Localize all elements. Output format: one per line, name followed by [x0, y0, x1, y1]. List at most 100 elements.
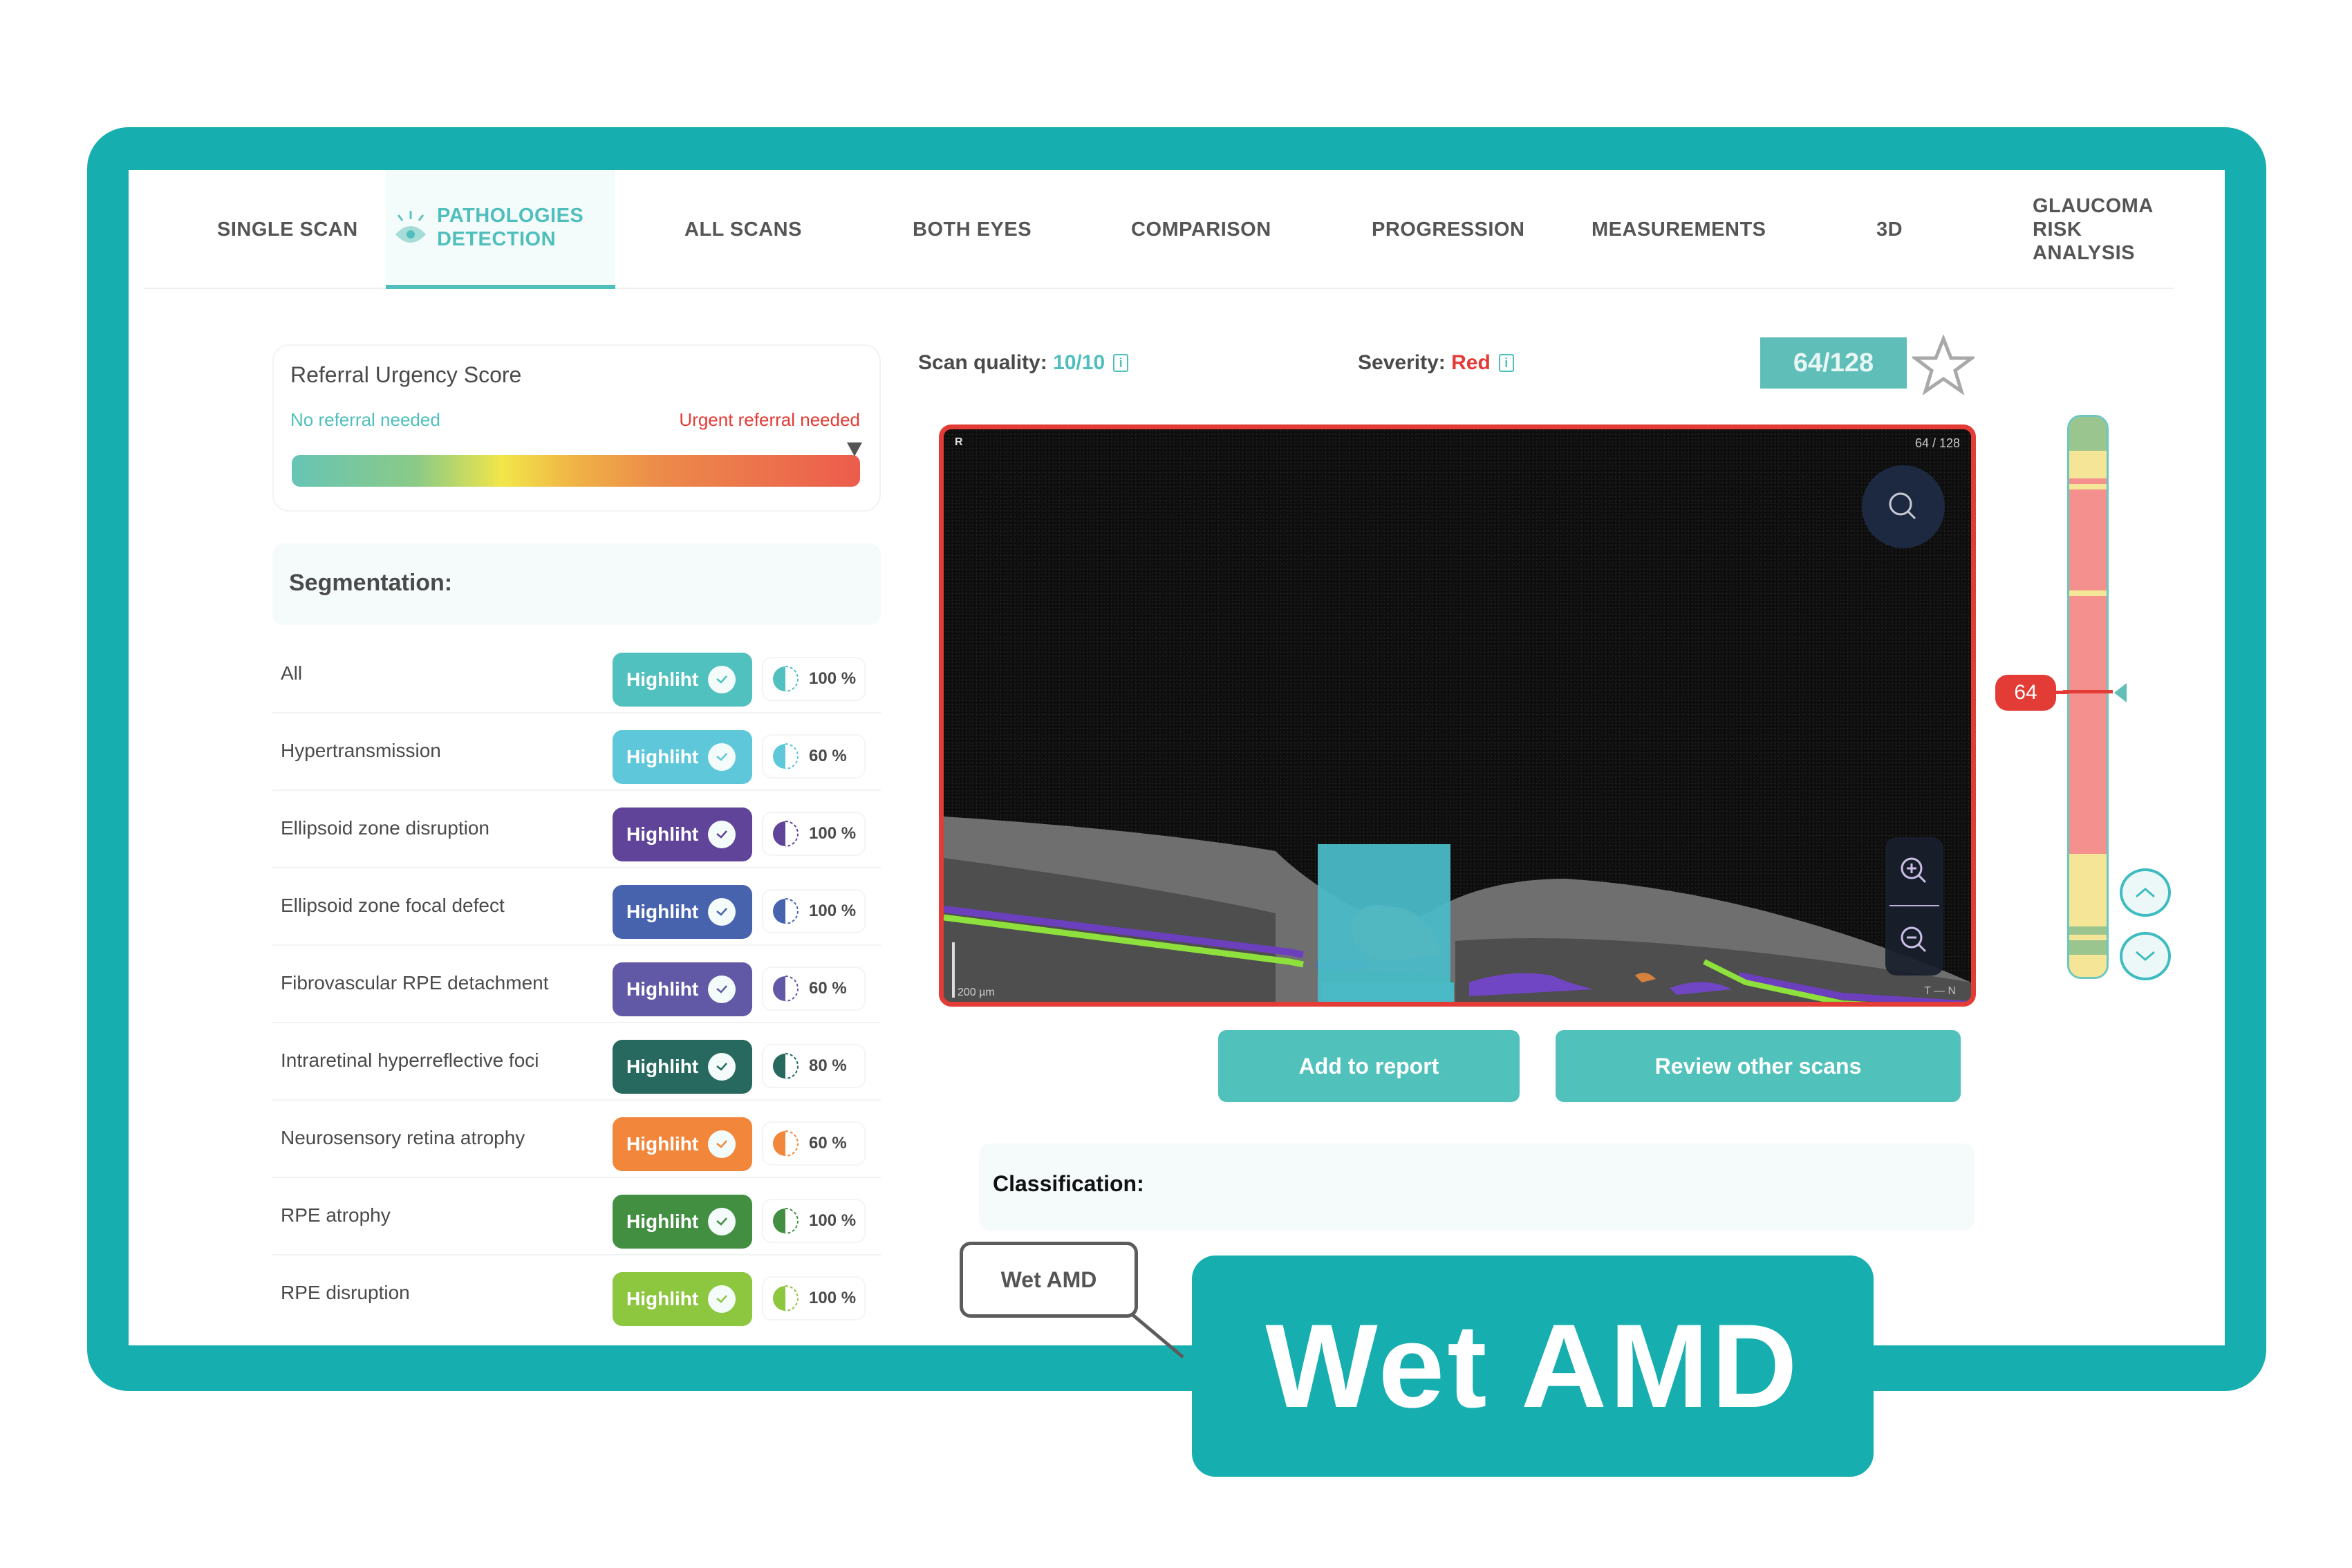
highlight-button[interactable]: Highliht — [613, 962, 752, 1016]
opacity-value: 60 % — [809, 747, 847, 765]
slice-segment — [2069, 489, 2107, 591]
highlight-button[interactable]: Highliht — [613, 653, 752, 707]
opacity-control[interactable]: 60 % — [762, 967, 866, 1011]
slice-segment — [2069, 596, 2107, 854]
segmentation-row: Intraretinal hyperreflective foci Highlih… — [272, 1023, 881, 1101]
tab-label: PATHOLOGIES DETECTION — [437, 205, 584, 250]
opacity-control[interactable]: 60 % — [762, 1121, 866, 1166]
check-icon — [708, 976, 736, 1003]
info-icon[interactable]: i — [1498, 354, 1514, 372]
review-other-scans-button[interactable]: Review other scans — [1556, 1030, 1961, 1102]
opacity-icon — [773, 898, 799, 924]
magnifier-button[interactable] — [1862, 465, 1945, 548]
add-to-report-button[interactable]: Add to report — [1218, 1030, 1520, 1102]
star-icon[interactable] — [1912, 335, 1975, 397]
tab-label: 3D — [1876, 218, 1903, 241]
highlight-label: Highliht — [626, 1056, 699, 1077]
highlight-button[interactable]: Highliht — [613, 1272, 752, 1326]
tab-both-eyes[interactable]: BOTH EYES — [913, 170, 1032, 289]
segmentation-name: Ellipsoid zone focal defect — [281, 895, 505, 916]
diagnosis-highlight-label: Wet AMD — [1192, 1256, 1874, 1477]
tab-progression[interactable]: PROGRESSION — [1372, 170, 1524, 289]
slice-segment — [2069, 853, 2107, 927]
opacity-icon — [773, 743, 799, 769]
app-screen: SINGLE SCAN PATHOLOGIES DETECTION ALL SC… — [129, 170, 2225, 1345]
segmentation-name: Hypertransmission — [281, 740, 441, 761]
scan-slice-index: 64 / 128 — [1914, 436, 1960, 450]
opacity-icon — [773, 1130, 799, 1157]
segmentation-row: Neurosensory retina atrophy Highliht 60 % — [272, 1101, 881, 1178]
tab-comparison[interactable]: COMPARISON — [1131, 170, 1271, 289]
tab-3d[interactable]: 3D — [1876, 170, 1903, 289]
tab-all-scans[interactable]: ALL SCANS — [684, 170, 802, 289]
main-nav: SINGLE SCAN PATHOLOGIES DETECTION ALL SC… — [144, 170, 2174, 289]
highlight-label: Highliht — [626, 823, 699, 845]
check-icon — [708, 821, 736, 848]
tab-measurements[interactable]: MEASUREMENTS — [1592, 170, 1766, 289]
scale-bar — [952, 942, 955, 998]
opacity-control[interactable]: 100 % — [762, 1199, 866, 1243]
slice-segment — [2069, 484, 2107, 490]
check-icon — [708, 1053, 736, 1081]
tab-label: ALL SCANS — [684, 218, 802, 241]
referral-urgency-card: Referral Urgency Score No referral neede… — [272, 344, 881, 512]
slice-segment — [2069, 478, 2107, 485]
highlight-button[interactable]: Highliht — [613, 730, 752, 784]
highlight-label: Highliht — [626, 978, 699, 1000]
highlight-button[interactable]: Highliht — [613, 1195, 752, 1249]
urgency-marker-icon — [846, 442, 862, 456]
next-slice-button[interactable] — [2120, 932, 2171, 980]
opacity-control[interactable]: 80 % — [762, 1044, 866, 1088]
segmentation-name: RPE disruption — [281, 1282, 410, 1303]
opacity-control[interactable]: 100 % — [762, 889, 866, 933]
zoom-in-icon — [1901, 857, 1927, 884]
opacity-value: 100 % — [809, 1211, 857, 1230]
tab-label: PROGRESSION — [1372, 218, 1525, 241]
classification-result-bubble: Wet AMD — [960, 1242, 1138, 1318]
segmentation-name: Neurosensory retina atrophy — [281, 1127, 525, 1148]
orientation-right: N — [1948, 985, 1956, 997]
slice-segment — [2069, 590, 2107, 597]
segmentation-header: Segmentation: — [272, 543, 881, 625]
slice-segment — [2069, 940, 2107, 955]
highlight-button[interactable]: Highliht — [613, 1040, 752, 1094]
highlight-label: Highliht — [626, 1288, 699, 1309]
highlight-button[interactable]: Highliht — [613, 885, 752, 939]
info-icon[interactable]: i — [1113, 354, 1129, 372]
highlight-button[interactable]: Highliht — [613, 1117, 752, 1171]
highlight-button[interactable]: Highliht — [613, 808, 752, 861]
opacity-icon — [773, 976, 799, 1002]
check-icon — [708, 1130, 736, 1158]
classification-title: Classification: — [993, 1171, 1144, 1196]
previous-slice-button[interactable] — [2120, 868, 2171, 917]
check-icon — [708, 898, 736, 926]
opacity-control[interactable]: 100 % — [762, 657, 866, 701]
opacity-value: 100 % — [809, 1289, 857, 1307]
segmentation-row: Ellipsoid zone disruption Highliht 100 % — [272, 791, 881, 868]
oct-scan-viewer[interactable]: R 64 / 128 200 µm T — N — [939, 424, 1976, 1007]
slice-segment — [2069, 926, 2107, 935]
check-icon — [708, 743, 736, 771]
severity-label: Severity: — [1358, 351, 1446, 374]
zoom-in-button[interactable] — [1885, 840, 1943, 902]
opacity-control[interactable]: 100 % — [762, 1276, 866, 1320]
chevron-up-icon — [2136, 888, 2155, 898]
classification-panel: Classification: — [979, 1144, 1975, 1231]
scan-quality: Scan quality: 10/10 i — [918, 351, 1129, 375]
slice-badge: 64/128 — [1760, 337, 1907, 389]
opacity-control[interactable]: 60 % — [762, 734, 866, 778]
scale-label: 200 µm — [958, 987, 995, 998]
opacity-icon — [773, 1208, 799, 1234]
segmentation-row: Hypertransmission Highliht 60 % — [272, 713, 881, 791]
tab-pathologies-detection[interactable]: PATHOLOGIES DETECTION — [386, 170, 615, 289]
segmentation-name: Ellipsoid zone disruption — [281, 817, 489, 839]
search-icon — [1889, 492, 1916, 520]
opacity-control[interactable]: 100 % — [762, 812, 866, 856]
hypertransmission-column — [1318, 844, 1450, 1002]
slice-pointer-icon[interactable] — [2114, 683, 2127, 702]
tab-single-scan[interactable]: SINGLE SCAN — [217, 170, 358, 289]
tab-glaucoma-risk-analysis[interactable]: GLAUCOMA RISK ANALYSIS — [2033, 170, 2199, 289]
slice-navigator-bar[interactable] — [2067, 415, 2109, 979]
check-icon — [708, 1208, 736, 1235]
zoom-out-button[interactable] — [1885, 909, 1943, 971]
